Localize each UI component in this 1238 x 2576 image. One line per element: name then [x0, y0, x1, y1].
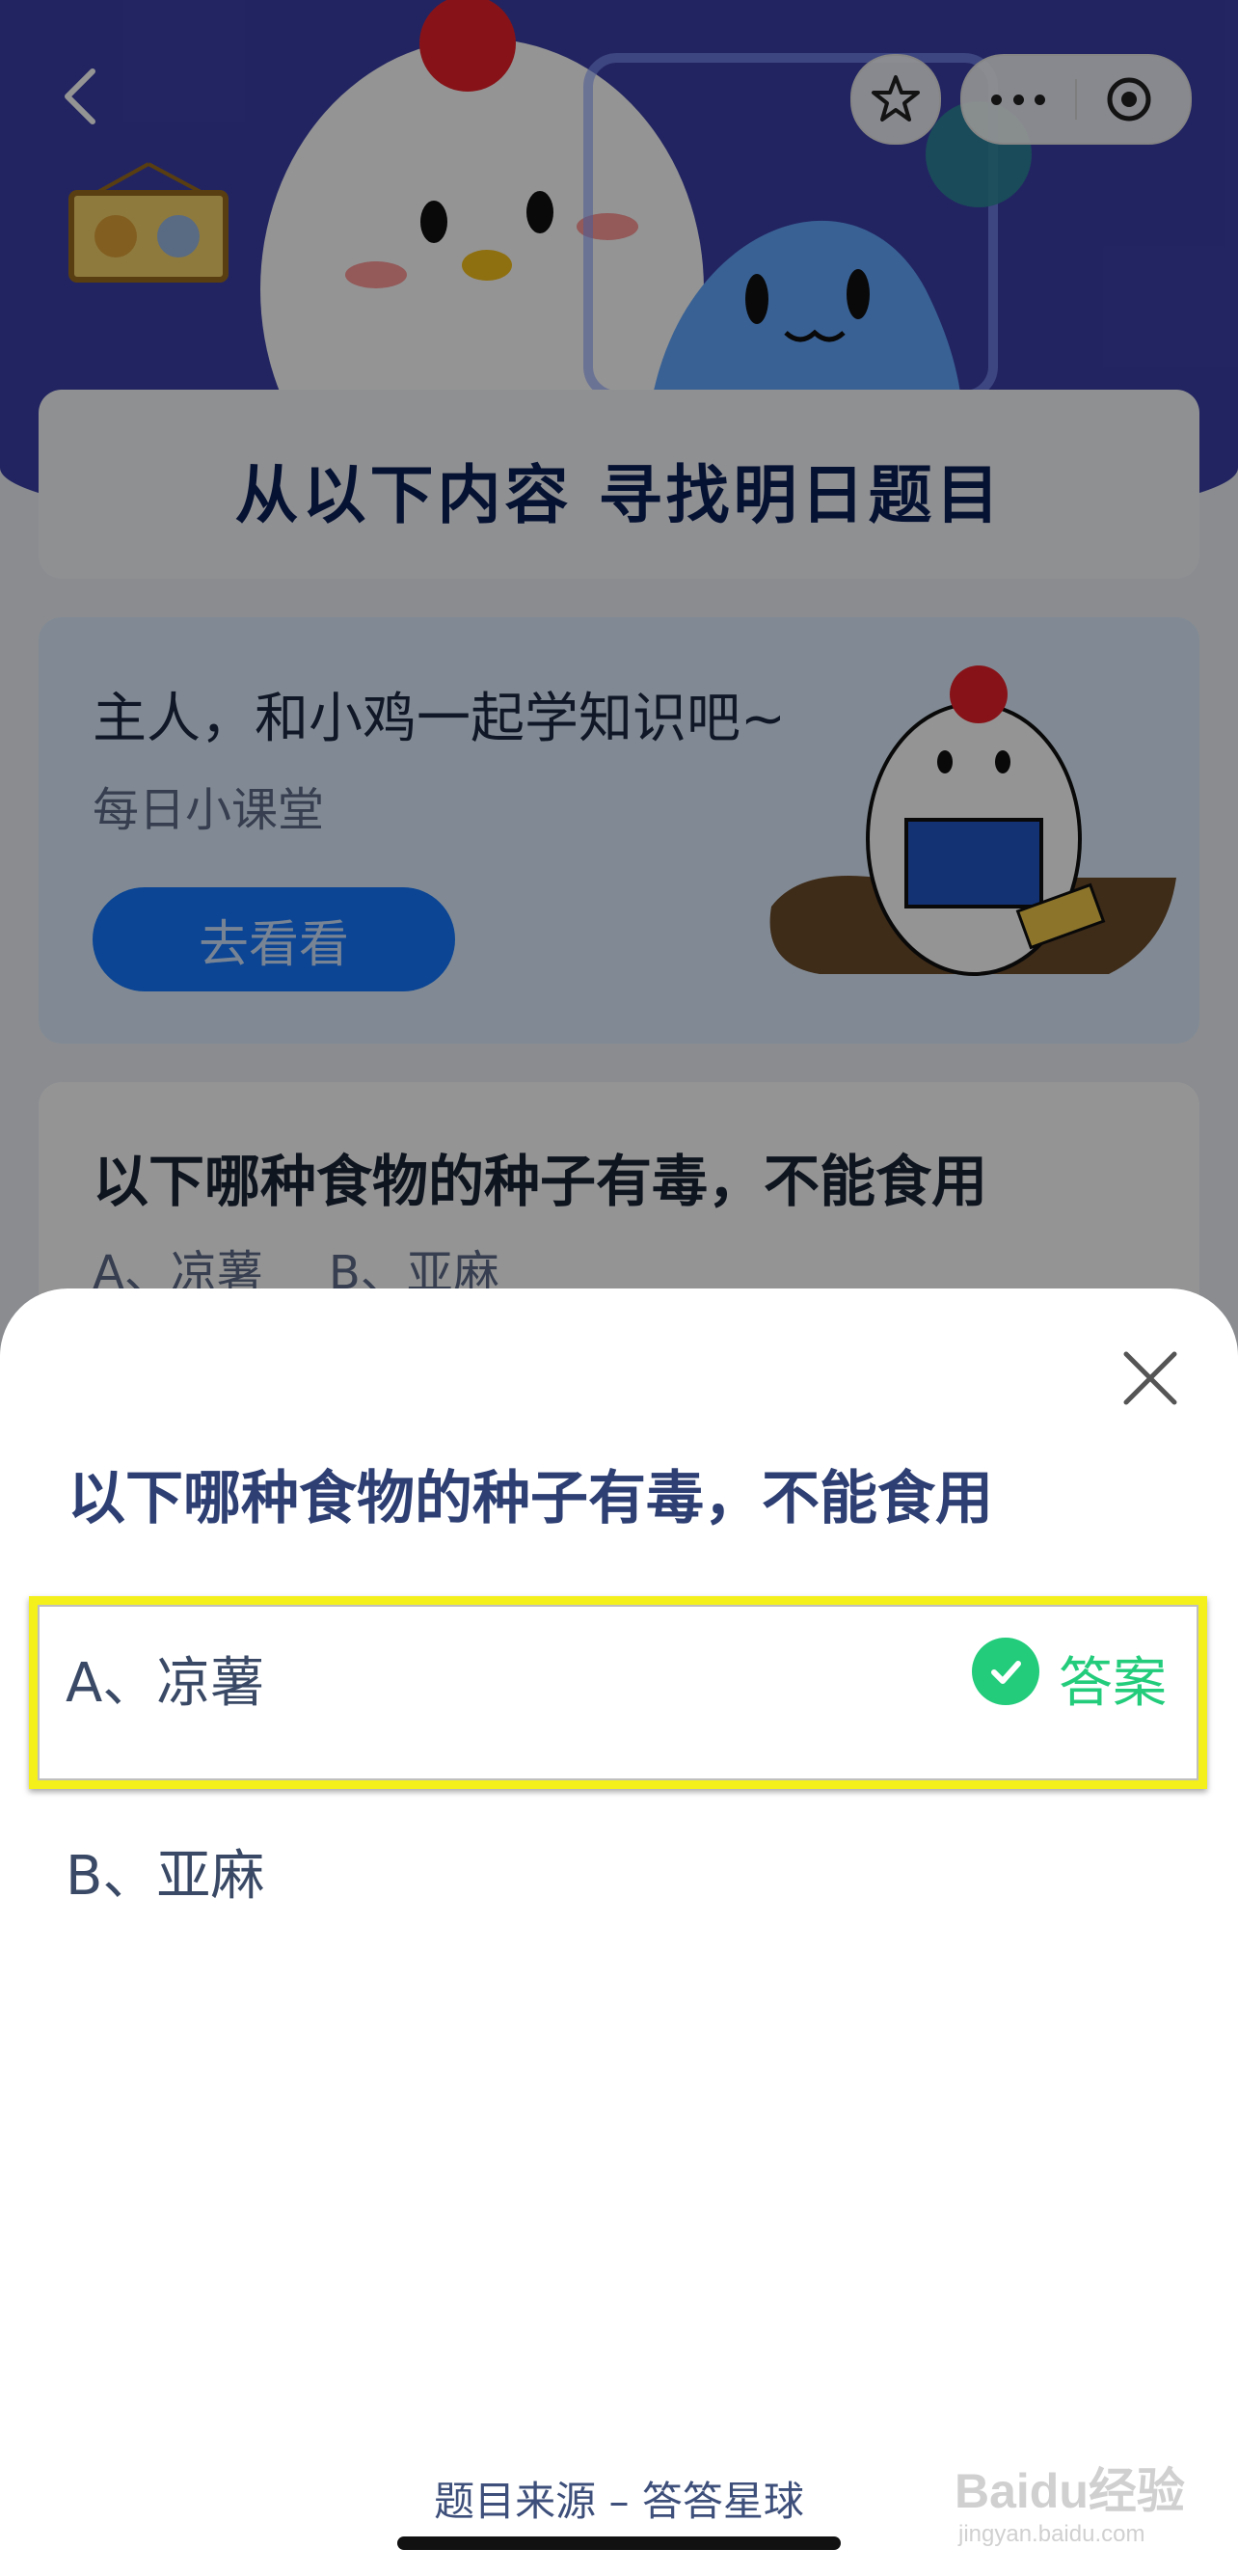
- option-a-label: A、凉薯: [66, 1652, 265, 1715]
- option-b[interactable]: B、亚麻: [66, 1832, 264, 1911]
- svg-text:jingyan.baidu.com: jingyan.baidu.com: [957, 2521, 1144, 2547]
- sheet-question: 以下哪种食物的种子有毒，不能食用: [67, 1465, 993, 1532]
- svg-text:Baidu经验: Baidu经验: [955, 2464, 1185, 2518]
- check-circle-icon: [972, 1638, 1039, 1705]
- close-icon[interactable]: [1120, 1348, 1180, 1408]
- home-indicator[interactable]: [397, 2536, 841, 2550]
- answer-tag: 答案: [1059, 1652, 1167, 1715]
- baidu-watermark: Baidu经验 jingyan.baidu.com: [955, 2464, 1185, 2547]
